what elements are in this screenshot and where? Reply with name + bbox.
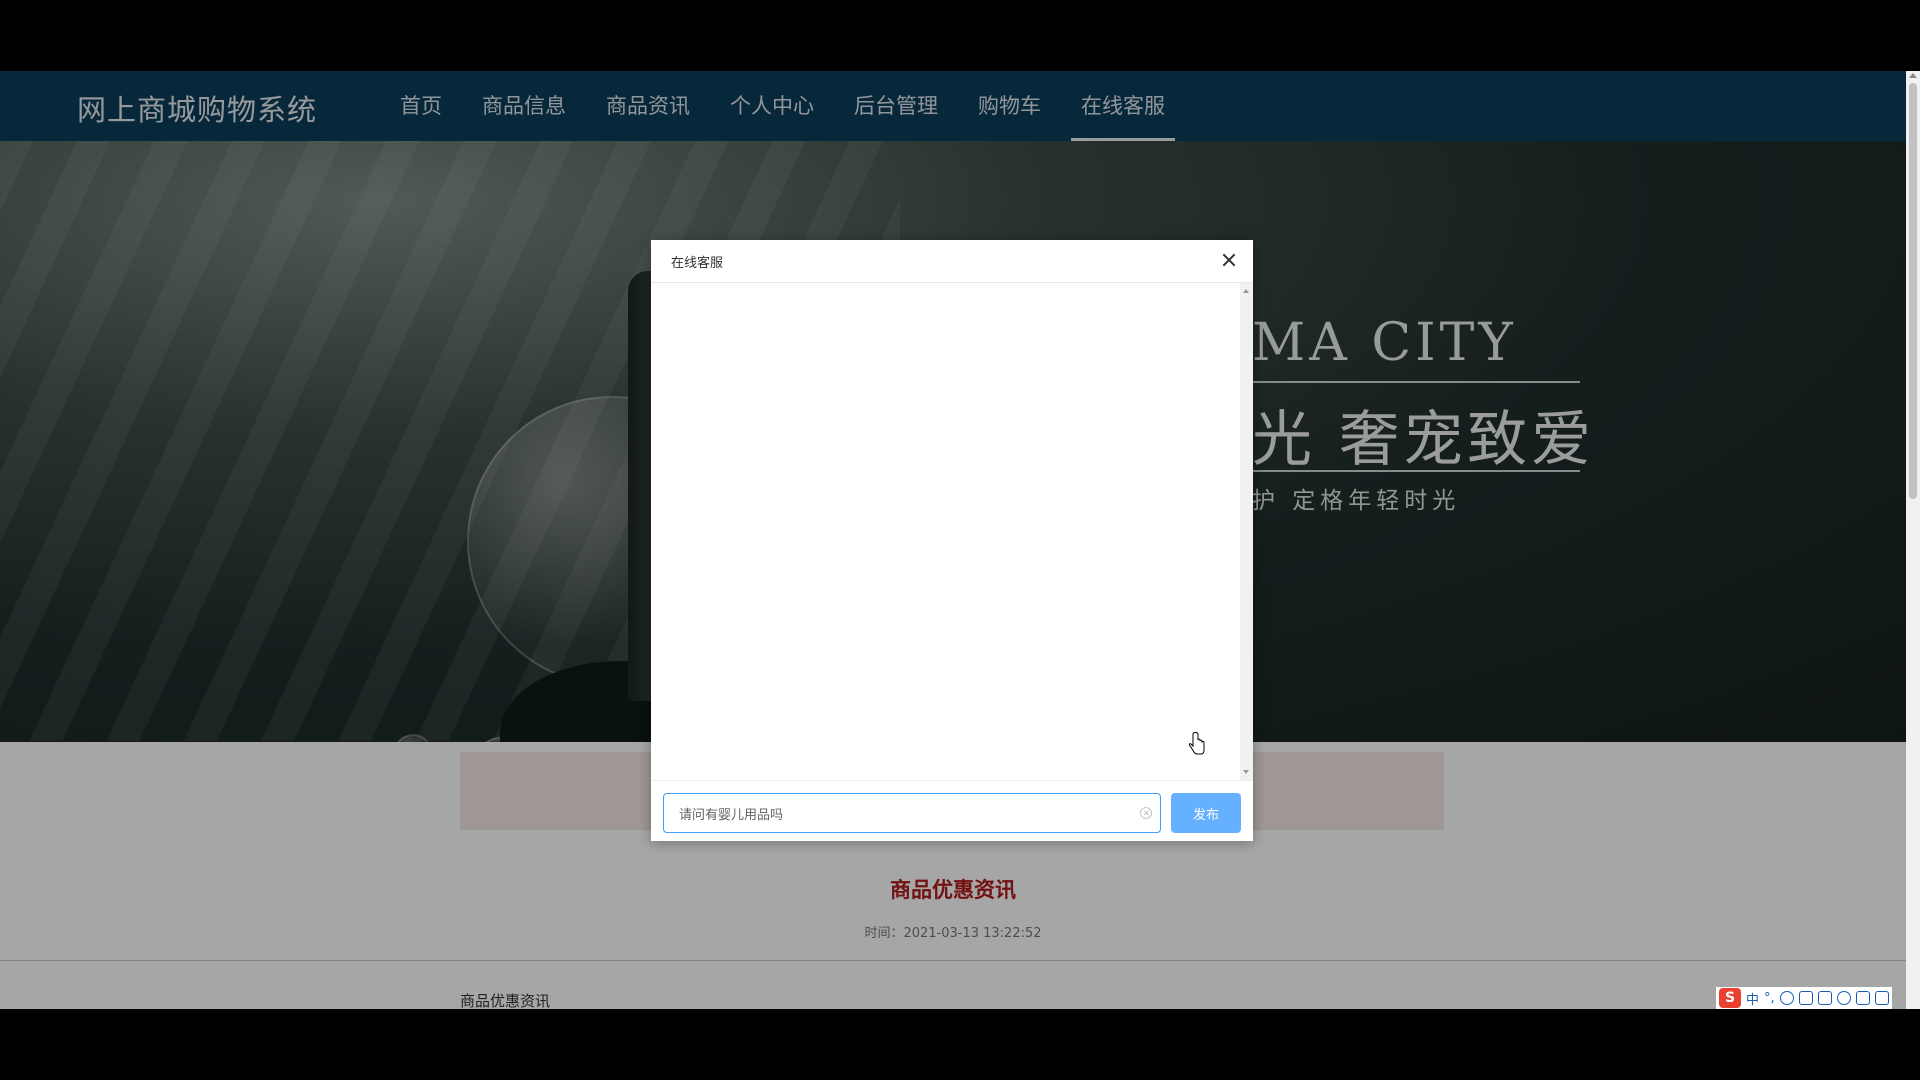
keyboard-icon[interactable] [1817, 991, 1832, 1005]
microphone-icon[interactable] [1798, 991, 1813, 1005]
letterbox-bottom [0, 1009, 1920, 1080]
shirt-icon[interactable] [1855, 991, 1870, 1005]
user-icon[interactable] [1836, 991, 1851, 1005]
chat-footer: 发布 [651, 780, 1253, 841]
send-button[interactable]: 发布 [1171, 793, 1241, 833]
dialog-title: 在线客服 [671, 256, 724, 271]
scrollbar-thumb[interactable] [1909, 83, 1917, 499]
ime-toolbar[interactable]: S 中 °, [1716, 987, 1892, 1009]
chat-input-wrapper[interactable] [663, 793, 1161, 833]
emoji-icon[interactable] [1779, 991, 1794, 1005]
chat-scrollbar[interactable] [1240, 283, 1253, 780]
mouse-cursor-icon [1188, 732, 1205, 755]
scroll-down-arrow-icon[interactable] [1243, 770, 1249, 774]
sogou-logo-icon[interactable]: S [1719, 988, 1741, 1008]
customer-service-dialog: 在线客服 发布 [651, 240, 1253, 841]
clear-icon[interactable] [1140, 807, 1152, 819]
page-scrollbar[interactable] [1906, 71, 1920, 1009]
chat-input[interactable] [664, 794, 1134, 832]
browser-viewport: 网上商城购物系统 首页 商品信息 商品资讯 个人中心 后台管理 购物车 在线客服… [0, 71, 1920, 1009]
scroll-up-arrow-icon[interactable] [1243, 289, 1249, 293]
dialog-header: 在线客服 [651, 240, 1253, 283]
letterbox-top [0, 0, 1920, 71]
ime-punctuation-toggle[interactable]: °, [1764, 991, 1775, 1006]
scroll-up-arrow-icon[interactable] [1909, 73, 1917, 78]
close-icon[interactable] [1219, 250, 1239, 270]
grid-menu-icon[interactable] [1874, 991, 1889, 1005]
ime-language-toggle[interactable]: 中 [1746, 989, 1759, 1008]
chat-message-area[interactable] [651, 283, 1253, 780]
